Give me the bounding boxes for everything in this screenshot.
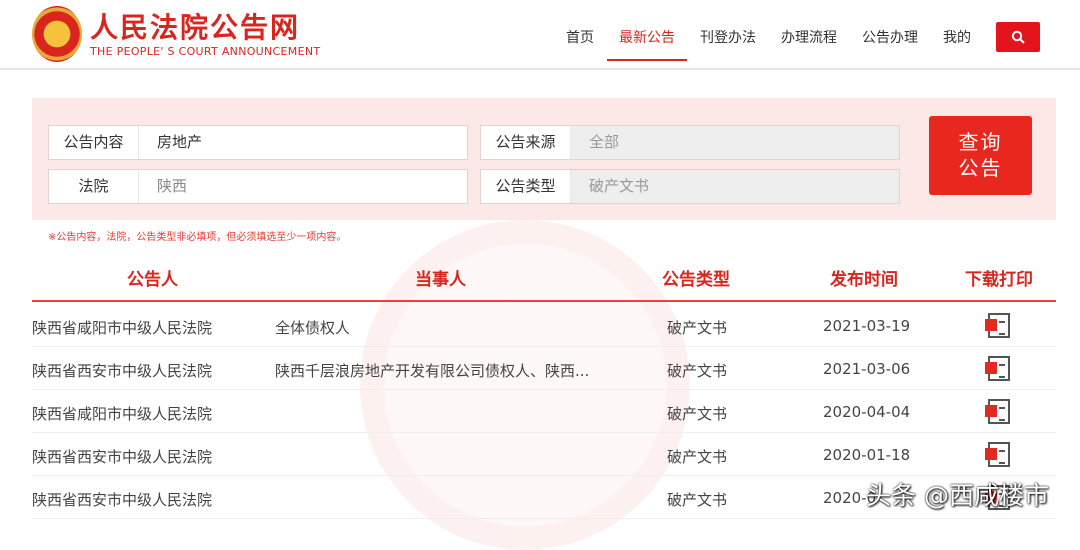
watermark: 头条 @西咸楼市: [866, 481, 1049, 510]
content-label: 公告内容: [49, 126, 139, 159]
source-field[interactable]: 公告来源 全部: [480, 125, 900, 160]
nav-handle[interactable]: 公告办理: [862, 27, 918, 57]
table-row[interactable]: 陕西省西安市中级人民法院 陕西千层浪房地产开发有限公司债权人、陕西... 破产文…: [32, 347, 1056, 390]
header-announcer: 公告人: [127, 270, 178, 290]
source-select[interactable]: 全部: [571, 126, 899, 159]
header-download: 下载打印: [965, 270, 1033, 290]
search-button[interactable]: [996, 22, 1040, 52]
row-court[interactable]: 陕西省咸阳市中级人民法院: [32, 317, 212, 338]
row-date: 2021-03-06: [823, 360, 911, 378]
header-date: 发布时间: [830, 270, 898, 290]
court-label: 法院: [49, 170, 139, 203]
header: 人民法院公告网 THE PEOPLE' S COURT ANNOUNCEMENT…: [0, 0, 1080, 70]
court-input[interactable]: 陕西: [139, 170, 467, 203]
table-header: 公告人 当事人 公告类型 发布时间 下载打印: [32, 262, 1056, 302]
nav-latest[interactable]: 最新公告: [607, 27, 687, 61]
nav-process[interactable]: 办理流程: [781, 27, 837, 57]
court-field[interactable]: 法院 陕西: [48, 169, 468, 204]
row-party: 陕西千层浪房地产开发有限公司债权人、陕西...: [275, 362, 590, 380]
row-type: 破产文书: [667, 491, 728, 509]
content-input[interactable]: 房地产: [139, 126, 467, 159]
row-party: 全体债权人: [275, 319, 351, 337]
row-date: 2020-04-04: [823, 403, 911, 421]
logo-subtitle: THE PEOPLE' S COURT ANNOUNCEMENT: [90, 44, 321, 58]
query-button-line1: 查询: [958, 130, 1003, 154]
nav-home[interactable]: 首页: [566, 27, 594, 57]
row-court[interactable]: 陕西省西安市中级人民法院: [32, 489, 212, 510]
table-row[interactable]: 陕西省咸阳市中级人民法院 破产文书 2020-04-04: [32, 390, 1056, 433]
row-court[interactable]: 陕西省西安市中级人民法院: [32, 446, 212, 467]
content-field[interactable]: 公告内容 房地产: [48, 125, 468, 160]
court-emblem-icon: [32, 6, 82, 62]
pdf-download-icon[interactable]: [985, 442, 1010, 467]
pdf-download-icon[interactable]: [985, 399, 1010, 424]
row-type: 破产文书: [667, 362, 728, 380]
query-button[interactable]: 查询 公告: [929, 116, 1032, 195]
search-note: ※公告内容，法院，公告类型非必填项，但必须填选至少一项内容。: [48, 232, 347, 243]
type-field[interactable]: 公告类型 破产文书: [480, 169, 900, 204]
header-type: 公告类型: [662, 270, 730, 290]
table-row[interactable]: 陕西省咸阳市中级人民法院 全体债权人 破产文书 2021-03-19: [32, 304, 1056, 347]
logo-title: 人民法院公告网: [90, 10, 301, 44]
row-type: 破产文书: [667, 448, 728, 466]
query-button-line2: 公告: [958, 156, 1003, 180]
pdf-download-icon[interactable]: [985, 356, 1010, 381]
search-icon: [1011, 30, 1025, 44]
search-panel: 公告内容 房地产 法院 陕西 公告来源 全部 公告类型 破产文书 查询 公告: [32, 98, 1056, 220]
source-label: 公告来源: [481, 126, 571, 159]
row-date: 2021-03-19: [823, 317, 911, 335]
nav-mine[interactable]: 我的: [943, 27, 971, 57]
row-type: 破产文书: [667, 405, 728, 423]
row-court[interactable]: 陕西省咸阳市中级人民法院: [32, 403, 212, 424]
site-logo[interactable]: 人民法院公告网 THE PEOPLE' S COURT ANNOUNCEMENT: [32, 6, 320, 62]
type-select[interactable]: 破产文书: [571, 170, 899, 203]
pdf-download-icon[interactable]: [985, 313, 1010, 338]
table-row[interactable]: 陕西省西安市中级人民法院 破产文书 2020-01-18: [32, 433, 1056, 476]
type-label: 公告类型: [481, 170, 571, 203]
main-nav: 首页 最新公告 刊登办法 办理流程 公告办理 我的: [566, 22, 1080, 61]
header-party: 当事人: [415, 270, 466, 290]
row-court[interactable]: 陕西省西安市中级人民法院: [32, 360, 212, 381]
nav-publish-method[interactable]: 刊登办法: [700, 27, 756, 57]
row-date: 2020-01-18: [823, 446, 911, 464]
row-type: 破产文书: [667, 319, 728, 337]
